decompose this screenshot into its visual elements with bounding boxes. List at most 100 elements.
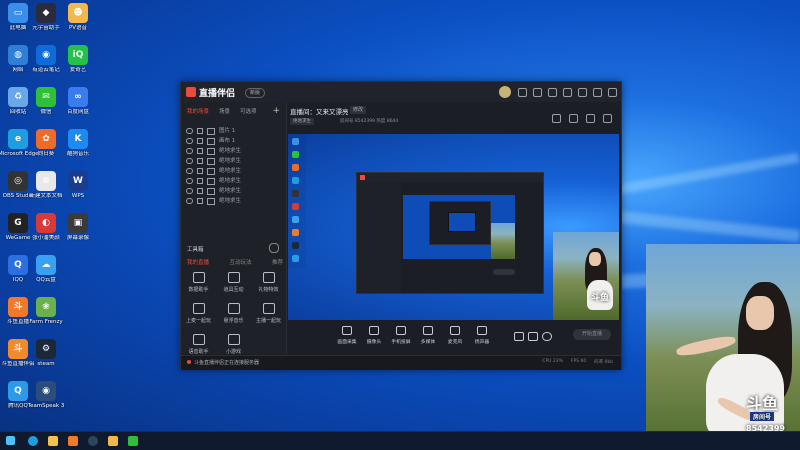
- lock-icon[interactable]: [197, 148, 203, 154]
- lock-icon[interactable]: [197, 178, 203, 184]
- lock-icon[interactable]: [197, 168, 203, 174]
- eye-icon[interactable]: [186, 198, 193, 204]
- bell-icon[interactable]: [586, 114, 595, 123]
- desktop-icon[interactable]: W WPS: [58, 171, 98, 199]
- settings-icon[interactable]: [548, 88, 557, 97]
- source-row[interactable]: 绝地求生: [181, 146, 286, 156]
- source-row[interactable]: 绝地求生: [181, 156, 286, 166]
- bitrate-stat: 码率 0kb: [594, 360, 613, 365]
- tool-item[interactable]: 主播一起玩: [251, 303, 286, 324]
- light-beam: [600, 152, 800, 198]
- desktop-icon[interactable]: ☁ QQ云盘: [26, 255, 66, 283]
- steam-taskbar-icon[interactable]: [88, 436, 98, 446]
- share-icon[interactable]: [552, 114, 561, 123]
- avatar[interactable]: [499, 86, 511, 98]
- tool-item[interactable]: 道具互动: [216, 272, 251, 293]
- message-icon[interactable]: [518, 88, 527, 97]
- eye-icon[interactable]: [186, 148, 193, 154]
- source-row[interactable]: 绝地求生: [181, 186, 286, 196]
- windows-start-icon[interactable]: [6, 436, 15, 445]
- lock-icon[interactable]: [197, 188, 203, 194]
- desktop-icon[interactable]: ∞ 百度网盘: [58, 87, 98, 115]
- source-row[interactable]: 绝地求生: [181, 176, 286, 186]
- minimize-icon[interactable]: [578, 88, 587, 97]
- taskbar: [0, 431, 800, 450]
- edge-taskbar-icon[interactable]: [28, 436, 38, 446]
- control-button[interactable]: 手机投屏: [388, 326, 414, 345]
- gift-icon[interactable]: [533, 88, 542, 97]
- eye-icon[interactable]: [186, 168, 193, 174]
- start-live-button[interactable]: 开始直播: [573, 329, 611, 340]
- control-button[interactable]: 画面采集: [334, 326, 360, 345]
- tool-item[interactable]: 语音助手: [181, 334, 216, 355]
- lock-icon[interactable]: [197, 128, 203, 134]
- tab-options[interactable]: 可选项: [240, 107, 257, 115]
- maximize-icon[interactable]: [593, 88, 602, 97]
- desktop-icon[interactable]: iQ 爱奇艺: [58, 45, 98, 73]
- eye-icon[interactable]: [186, 178, 193, 184]
- desktop-icon[interactable]: ☻ PV语音: [58, 3, 98, 31]
- tool-item[interactable]: 小游戏: [216, 334, 251, 355]
- live-companion-window[interactable]: 直播伴侣 新版 我的场景 场景 可选项 + 图片 1 画布 1 绝地求生 绝地求生 绝地…: [180, 81, 622, 370]
- desktop-icon[interactable]: K 酷狗音乐: [58, 129, 98, 157]
- desktop-icon[interactable]: ▣ 屏幕录像: [58, 213, 98, 241]
- wechat-taskbar-icon[interactable]: [128, 436, 138, 446]
- source-row[interactable]: 绝地求生: [181, 196, 286, 206]
- yy-taskbar-icon[interactable]: [108, 436, 118, 446]
- source-type-icon: [207, 177, 215, 185]
- gear-icon[interactable]: [542, 332, 552, 344]
- app-icon: ◆: [36, 3, 56, 23]
- lock-icon[interactable]: [197, 198, 203, 204]
- eye-icon[interactable]: [186, 188, 193, 194]
- lock-icon[interactable]: [197, 138, 203, 144]
- menu-icon[interactable]: [563, 88, 572, 97]
- camera-icon[interactable]: [569, 114, 578, 123]
- tool-item[interactable]: 礼物特效: [251, 272, 286, 293]
- close-icon[interactable]: [608, 88, 617, 97]
- desktop-icon-label: TeamSpeak 3: [27, 403, 65, 409]
- control-icon: [450, 326, 460, 335]
- tool-item[interactable]: 数据助手: [181, 272, 216, 293]
- scene-panel: 我的场景 场景 可选项 + 图片 1 画布 1 绝地求生 绝地求生 绝地求生 绝地求生 绝地…: [181, 102, 287, 355]
- desktop-icon[interactable]: ❀ Farm Frenzy: [26, 297, 66, 325]
- source-label: 绝地求生: [219, 178, 242, 184]
- cast-icon[interactable]: [528, 332, 538, 344]
- douyu-taskbar-icon[interactable]: [68, 436, 78, 446]
- source-row[interactable]: 画布 1: [181, 136, 286, 146]
- desktop-icon-label: steam: [37, 361, 55, 367]
- tab-scenes[interactable]: 场景: [219, 107, 230, 115]
- tab-my-scenes[interactable]: 我的场景: [187, 107, 209, 115]
- add-source-button[interactable]: +: [272, 106, 280, 116]
- status-dot-icon: [187, 360, 191, 364]
- tool-icon: [262, 303, 275, 314]
- toolbox-more-icon[interactable]: [269, 243, 279, 253]
- tool-tab-interact[interactable]: 互动玩法: [229, 258, 251, 266]
- eye-icon[interactable]: [186, 128, 193, 134]
- tool-item[interactable]: 上麦一起玩: [181, 303, 216, 324]
- source-row[interactable]: 图片 1: [181, 126, 286, 136]
- desktop-icon[interactable]: ◉ TeamSpeak 3: [26, 381, 66, 409]
- record-icon[interactable]: [514, 332, 524, 344]
- source-row[interactable]: 绝地求生: [181, 166, 286, 176]
- control-button[interactable]: 扬声器: [469, 326, 495, 345]
- toolbox-heading: 工具箱: [187, 247, 204, 253]
- control-button[interactable]: 多媒体: [415, 326, 441, 345]
- game-tag[interactable]: 绝地求生: [290, 118, 314, 125]
- link-icon[interactable]: [603, 114, 612, 123]
- explorer-taskbar-icon[interactable]: [48, 436, 58, 446]
- eye-icon[interactable]: [186, 138, 193, 144]
- version-badge[interactable]: 新版: [245, 88, 266, 98]
- live-preview[interactable]: 斗鱼: [288, 134, 619, 320]
- app-icon: ✿: [36, 129, 56, 149]
- eye-icon[interactable]: [186, 158, 193, 164]
- lock-icon[interactable]: [197, 158, 203, 164]
- control-button[interactable]: 摄像头: [361, 326, 387, 345]
- tool-tab-recommend[interactable]: 推荐: [272, 258, 283, 266]
- desktop-icon[interactable]: ⚙ steam: [26, 339, 66, 367]
- tool-icon: [262, 272, 275, 283]
- tool-tab-live[interactable]: 我的直播: [187, 258, 209, 266]
- control-button[interactable]: 麦克风: [442, 326, 468, 345]
- edit-title-button[interactable]: 修改: [350, 106, 367, 114]
- tool-item[interactable]: 悬浮音乐: [216, 303, 251, 324]
- title-bar[interactable]: 直播伴侣 新版: [181, 82, 621, 102]
